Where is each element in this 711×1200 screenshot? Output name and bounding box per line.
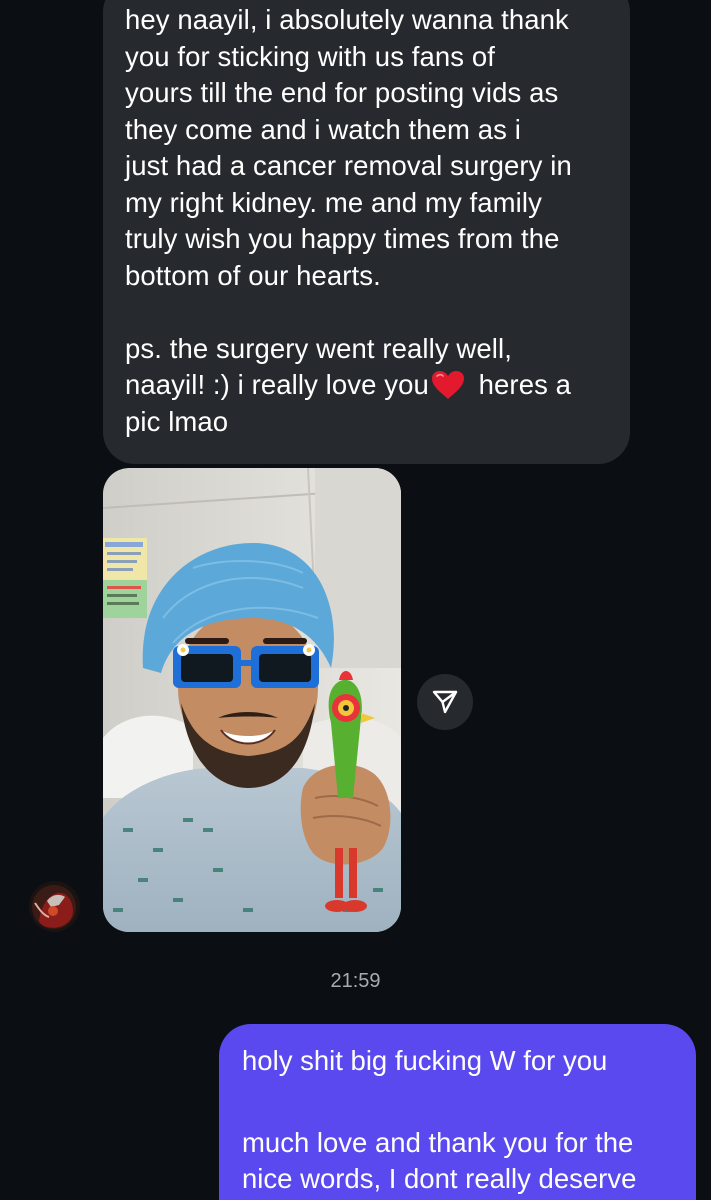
hospital-selfie-photo-icon — [103, 468, 401, 932]
message-line: my right kidney. me and my family — [125, 186, 542, 218]
message-line: you for sticking with us fans of — [125, 40, 496, 72]
message-line: truly wish you happy times from the — [125, 223, 560, 254]
message-line: holy shit big fucking W for you — [242, 1045, 608, 1076]
share-button[interactable] — [417, 674, 473, 730]
message-line: nice words, I dont really deserve — [242, 1163, 637, 1194]
message-line-with-heart: naayil! :) i really love you heres a — [125, 367, 612, 404]
message-line: yours till the end for posting vids as — [125, 77, 559, 108]
sent-message-bubble[interactable]: holy shit big fucking W for you much lov… — [219, 1024, 696, 1200]
message-line: they come and i watch them as i — [125, 113, 521, 145]
message-timestamp: 21:59 — [330, 970, 381, 992]
message-line: just had a cancer removal surgery in — [125, 150, 572, 181]
send-arrow-icon — [432, 690, 458, 714]
message-line: hey naayil, i absolutely wanna thank — [125, 4, 569, 35]
message-line: ps. the surgery went really well, — [125, 332, 512, 364]
avatar-image-icon — [29, 881, 80, 932]
red-heart-icon — [431, 371, 464, 399]
message-line: pic lmao — [125, 405, 229, 437]
message-text: naayil! :) i really love you — [125, 369, 429, 400]
received-message-bubble[interactable]: hey naayil, i absolutely wanna thank you… — [103, 0, 630, 464]
received-photo[interactable] — [103, 468, 401, 932]
message-line: bottom of our hearts. — [125, 259, 381, 291]
message-line: much love and thank you for the — [242, 1126, 634, 1158]
sender-avatar[interactable] — [29, 881, 80, 932]
message-text: heres a — [470, 369, 572, 400]
